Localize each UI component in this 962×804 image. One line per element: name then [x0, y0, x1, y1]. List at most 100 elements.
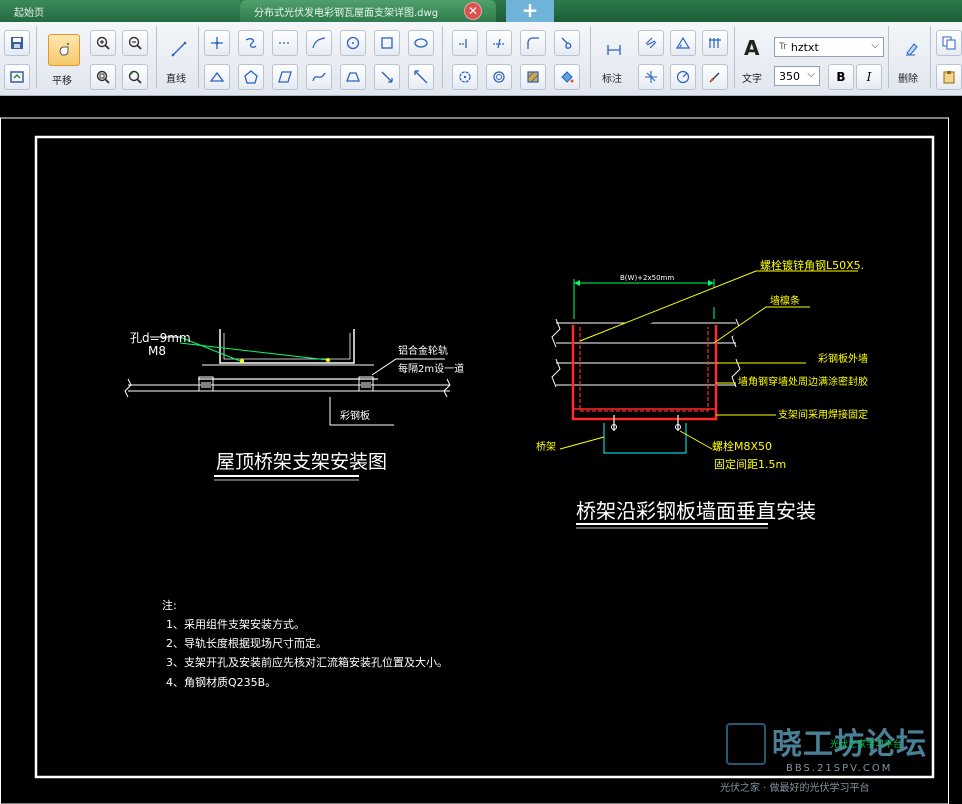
ordinate-dimension-icon[interactable]: [638, 64, 664, 90]
angular-dimension-icon[interactable]: [670, 30, 696, 56]
text-label: 文字: [742, 74, 762, 85]
tab-bar: 起始页 分布式光伏发电彩钢瓦屋面支架详图.dwg ✕ +: [0, 0, 962, 22]
watermark-logo: 晓工坊论坛 光伏之家学习平台 BBS.21SPV.COM 光伏之家 · 做最好的…: [720, 719, 960, 799]
fix-spacing-label: 固定间距1.5m: [714, 458, 787, 471]
line-tool-icon[interactable]: [164, 34, 194, 64]
zoom-window-icon[interactable]: [122, 64, 148, 90]
paste-icon[interactable]: [936, 64, 962, 90]
bold-button[interactable]: B: [828, 64, 854, 90]
bolt-spec-label: 螺栓M8X50: [712, 440, 773, 453]
trim-icon[interactable]: [452, 30, 478, 56]
circle-icon[interactable]: [340, 30, 366, 56]
trapezoid-icon[interactable]: [340, 64, 366, 90]
outer-frame: [0, 117, 949, 804]
offset-icon[interactable]: [486, 64, 512, 90]
note-item-3: 3、支架开孔及安装前应先核对汇流箱安装孔位置及大小。: [166, 656, 448, 669]
add-tab-icon[interactable]: +: [506, 0, 554, 22]
hatch-icon[interactable]: [520, 64, 546, 90]
note-item-2: 2、导轨长度根据现场尺寸而定。: [166, 637, 327, 650]
tab-active-file[interactable]: 分布式光伏发电彩钢瓦屋面支架详图.dwg: [240, 0, 496, 22]
notes-title: 注:: [162, 599, 177, 612]
watermark-emblem-icon: [726, 723, 766, 765]
weld-label: 支架间采用焊接固定: [778, 410, 868, 421]
rectangle-icon[interactable]: [374, 30, 400, 56]
line-label: 直线: [166, 74, 186, 85]
wall-label: 彩钢板外墙: [818, 354, 868, 365]
fillet-icon[interactable]: [520, 30, 546, 56]
extend-icon[interactable]: [486, 30, 512, 56]
rotate-icon[interactable]: [452, 64, 478, 90]
pan-button[interactable]: [48, 34, 80, 66]
rail-label: 铝合金轮轨: [398, 346, 448, 357]
font-type-icon: Tr: [779, 42, 787, 52]
pentagon-icon[interactable]: [238, 64, 264, 90]
note-item-4: 4、角钢材质Q235B。: [166, 676, 277, 689]
dotted-line-icon[interactable]: [272, 30, 298, 56]
right-detail-title: 桥架沿彩钢板墙面垂直安装: [576, 499, 816, 523]
tab-home-label: 起始页: [14, 7, 44, 19]
steel-plate-label: 彩钢板: [340, 411, 370, 422]
font-size-select[interactable]: 350 ⌵: [774, 66, 820, 86]
save-icon[interactable]: [4, 30, 30, 56]
cad-drawing: [0, 117, 949, 804]
drawing-canvas[interactable]: 孔d=9mm M8 铝合金轮轨 每隔2m设一道 彩钢板 屋顶桥架支架安装图 B(…: [0, 97, 962, 804]
watermark-url: BBS.21SPV.COM: [786, 763, 893, 774]
close-tab-icon[interactable]: ✕: [464, 2, 482, 20]
font-name-select[interactable]: Tr hztxt ⌵: [774, 37, 884, 57]
purlin-label: 墙檩条: [770, 296, 800, 307]
leader-icon[interactable]: [702, 64, 728, 90]
chevron-down-icon: ⌵: [871, 40, 879, 51]
italic-button[interactable]: I: [856, 64, 882, 90]
arc-curve-icon[interactable]: [238, 30, 264, 56]
triangle-icon[interactable]: [204, 64, 230, 90]
angle-steel-label: 螺栓镀锌角钢L50X5.: [760, 259, 865, 272]
left-detail-title: 屋顶桥架支架安装图: [216, 451, 388, 473]
copy-icon[interactable]: [936, 30, 962, 56]
watermark-slogan: 光伏之家 · 做最好的光伏学习平台: [720, 783, 870, 794]
toolbar-separator: [590, 26, 591, 88]
aligned-dimension-icon[interactable]: [638, 30, 664, 56]
toolbar-separator: [734, 26, 735, 88]
rail-spacing-label: 每隔2m设一道: [398, 364, 465, 375]
toolbar-separator: [888, 26, 889, 88]
watermark-green-text: 光伏之家学习平台: [830, 740, 903, 750]
font-name-value: hztxt: [790, 40, 819, 54]
delete-label: 删除: [898, 74, 918, 85]
polyline-icon[interactable]: [204, 30, 230, 56]
zoom-out-icon[interactable]: [122, 30, 148, 56]
arrow-line-icon[interactable]: [374, 64, 400, 90]
eraser-icon[interactable]: [898, 36, 924, 62]
bolt-size-label: M8: [148, 344, 166, 358]
font-size-value: 350: [779, 69, 800, 83]
parallelogram-icon[interactable]: [272, 64, 298, 90]
ellipse-icon[interactable]: [408, 30, 434, 56]
fill-bucket-icon[interactable]: [554, 64, 580, 90]
toolbar: 平移 直线 标注 A 文字 Tr hztxt ⌵ 350 ⌵ B I 删除: [0, 22, 962, 96]
export-icon[interactable]: [4, 64, 30, 90]
toolbar-separator: [930, 26, 931, 88]
arc-icon[interactable]: [306, 30, 332, 56]
note-item-1: 1、采用组件支架安装方式。: [166, 618, 305, 631]
baseline-dimension-icon[interactable]: [702, 30, 728, 56]
seal-label: 墙角钢穿墙处周边满涂密封胶: [738, 377, 868, 388]
toolbar-separator: [198, 26, 199, 88]
chevron-down-icon: ⌵: [807, 69, 815, 80]
pan-label: 平移: [52, 76, 72, 87]
radius-dimension-icon[interactable]: [670, 64, 696, 90]
toolbar-separator: [36, 26, 37, 88]
tray-label: 桥架: [536, 442, 556, 453]
cad-viewer-app: 起始页 分布式光伏发电彩钢瓦屋面支架详图.dwg ✕ + 平移 直线 标注 A …: [0, 0, 962, 804]
zoom-in-icon[interactable]: [90, 30, 116, 56]
zoom-extents-icon[interactable]: [90, 64, 116, 90]
text-tool-icon[interactable]: A: [744, 36, 759, 60]
spline-icon[interactable]: [306, 64, 332, 90]
tab-home[interactable]: 起始页: [0, 0, 240, 22]
width-dimension-label: B(W)+2x50mm: [620, 274, 675, 282]
ray-icon[interactable]: [408, 64, 434, 90]
dimension-icon[interactable]: [600, 36, 628, 64]
dimension-label: 标注: [602, 74, 622, 85]
chamfer-icon[interactable]: [554, 30, 580, 56]
toolbar-separator: [156, 26, 157, 88]
toolbar-separator: [442, 26, 443, 88]
wall-tray-detail: [551, 270, 858, 529]
